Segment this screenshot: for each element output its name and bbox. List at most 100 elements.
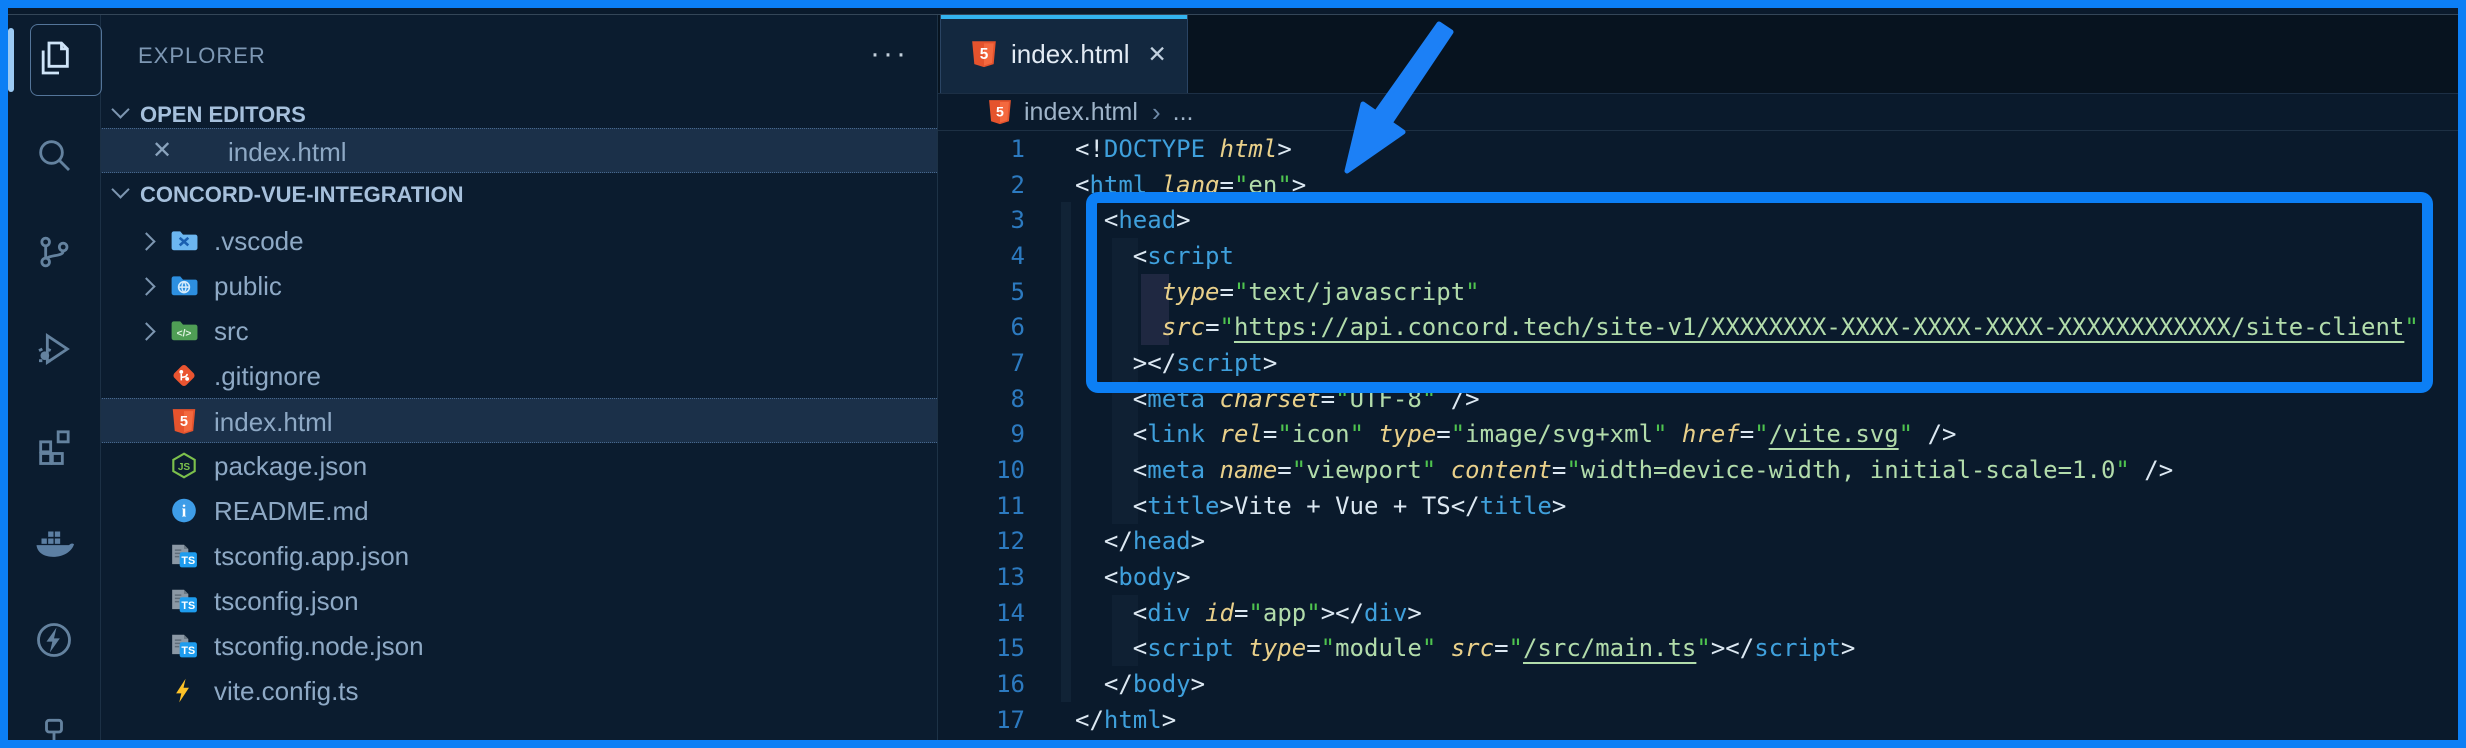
tree-item-label: vite.config.ts: [214, 676, 359, 707]
code-line: 15 <script type="module" src="/src/main.…: [938, 631, 2458, 667]
tree-item-package-json[interactable]: JSpackage.json: [100, 443, 937, 488]
tree-item-src[interactable]: </>src: [100, 308, 937, 353]
activity-item-remote-tree[interactable]: [20, 705, 88, 740]
line-number: 4: [938, 242, 1025, 270]
activity-item-docker[interactable]: [20, 509, 88, 577]
html-icon: 5: [170, 408, 198, 435]
svg-text:5: 5: [180, 414, 188, 430]
activity-item-extensions[interactable]: [20, 414, 88, 482]
screenshot-root: { "colors":{"frame":"#0c7ff5","backgroun…: [0, 0, 2466, 748]
thunder-icon: [34, 620, 74, 665]
folder-public-icon: [170, 272, 198, 299]
tree-item-README-md[interactable]: iREADME.md: [100, 488, 937, 533]
tree-item--vscode[interactable]: .vscode: [100, 218, 937, 263]
tab-index-html[interactable]: 5 index.html ✕: [940, 15, 1188, 93]
ts-icon: TS: [170, 542, 198, 569]
tree-item-tsconfig-json[interactable]: TStsconfig.json: [100, 578, 937, 623]
breadcrumb[interactable]: 5 index.html › ...: [938, 94, 2458, 131]
remote-tree-icon: [34, 717, 74, 741]
line-number: 2: [938, 171, 1025, 199]
svg-text:5: 5: [980, 46, 989, 63]
activity-item-explorer[interactable]: [20, 26, 88, 94]
open-editor-item[interactable]: ✕ 5 index.html: [100, 128, 937, 173]
code-line: 17</html>: [938, 702, 2458, 738]
file-tree: .vscode public </>src .gitignore 5 index.html…: [100, 218, 937, 713]
vscode-window: EXPLORER ··· OPEN EDITORS ✕ 5 index.html…: [8, 8, 2458, 740]
line-number: 9: [938, 420, 1025, 448]
activity-bar: [8, 15, 101, 740]
code-line: 11 <title>Vite + Vue + TS</title>: [938, 488, 2458, 524]
active-item-outline: [30, 24, 102, 96]
tree-item-index-html[interactable]: 5 index.html: [100, 398, 937, 443]
close-icon[interactable]: ✕: [152, 136, 172, 165]
annotation-arrow: [1300, 16, 1520, 196]
code-line: 10 <meta name="viewport" content="width=…: [938, 452, 2458, 488]
breadcrumb-file[interactable]: index.html: [1024, 98, 1138, 127]
source-control-icon: [34, 232, 74, 277]
breadcrumb-more[interactable]: ...: [1173, 98, 1194, 127]
tree-item-label: tsconfig.app.json: [214, 541, 409, 572]
activity-item-source-control[interactable]: [20, 220, 88, 288]
chevron-down-icon: [111, 180, 129, 198]
docker-icon: [34, 521, 74, 566]
tree-item-label: tsconfig.node.json: [214, 631, 424, 662]
open-editors-label: OPEN EDITORS: [140, 102, 306, 128]
git-icon: [170, 362, 198, 389]
close-icon[interactable]: ✕: [1148, 41, 1167, 68]
tree-item--gitignore[interactable]: .gitignore: [100, 353, 937, 398]
extensions-icon: [34, 426, 74, 471]
svg-text:TS: TS: [181, 555, 195, 567]
line-number: 5: [938, 278, 1025, 306]
html-file-icon: 5: [971, 40, 997, 68]
line-number: 17: [938, 706, 1025, 734]
line-number: 14: [938, 599, 1025, 627]
title-bar: [8, 8, 2458, 15]
node-icon: JS: [170, 452, 198, 479]
svg-text:</>: </>: [177, 328, 192, 339]
line-number: 16: [938, 670, 1025, 698]
activity-item-thunder[interactable]: [20, 608, 88, 676]
vite-icon: [170, 677, 198, 704]
line-number: 6: [938, 313, 1025, 341]
explorer-sidebar: EXPLORER ··· OPEN EDITORS ✕ 5 index.html…: [100, 15, 938, 740]
tree-item-label: index.html: [214, 407, 333, 438]
code-line: 14 <div id="app"></div>: [938, 595, 2458, 631]
line-number: 8: [938, 385, 1025, 413]
tree-item-vite-config-ts[interactable]: vite.config.ts: [100, 668, 937, 713]
folder-src-icon: </>: [170, 317, 198, 344]
activity-item-search[interactable]: [20, 123, 88, 191]
svg-text:TS: TS: [181, 645, 195, 657]
ts-icon: TS: [170, 632, 198, 659]
tab-bar: 5 index.html ✕: [938, 15, 2458, 94]
tree-item-label: tsconfig.json: [214, 586, 359, 617]
search-icon: [34, 135, 74, 180]
tree-item-label: .vscode: [214, 226, 304, 257]
line-number: 15: [938, 634, 1025, 662]
active-indicator: [8, 28, 14, 92]
sidebar-title: EXPLORER: [138, 43, 266, 69]
tree-item-tsconfig-node-json[interactable]: TS tsconfig.node.json: [100, 623, 937, 668]
folder-vscode-icon: [170, 227, 198, 254]
tab-label: index.html: [1011, 39, 1130, 70]
tree-item-public[interactable]: public: [100, 263, 937, 308]
chevron-right-icon: [137, 232, 155, 250]
open-editors-header[interactable]: OPEN EDITORS: [100, 101, 937, 129]
run-debug-icon: [34, 329, 74, 374]
tree-item-label: .gitignore: [214, 361, 321, 392]
tree-item-tsconfig-app-json[interactable]: TS tsconfig.app.json: [100, 533, 937, 578]
annotation-highlight-box: [1086, 192, 2433, 393]
open-editor-label: index.html: [228, 137, 347, 168]
chevron-down-icon: [111, 100, 129, 118]
activity-item-run-debug[interactable]: [20, 317, 88, 385]
tree-item-label: public: [214, 271, 282, 302]
line-number: 10: [938, 456, 1025, 484]
code-line: 9 <link rel="icon" type="image/svg+xml" …: [938, 417, 2458, 453]
line-number: 13: [938, 563, 1025, 591]
breadcrumb-separator: ›: [1152, 97, 1161, 128]
line-number: 7: [938, 349, 1025, 377]
project-root-header[interactable]: CONCORD-VUE-INTEGRATION: [100, 181, 937, 209]
more-actions-icon[interactable]: ···: [870, 37, 909, 71]
svg-text:i: i: [182, 502, 187, 521]
code-line: 1<!DOCTYPE html>: [938, 131, 2458, 167]
line-number: 1: [938, 135, 1025, 163]
